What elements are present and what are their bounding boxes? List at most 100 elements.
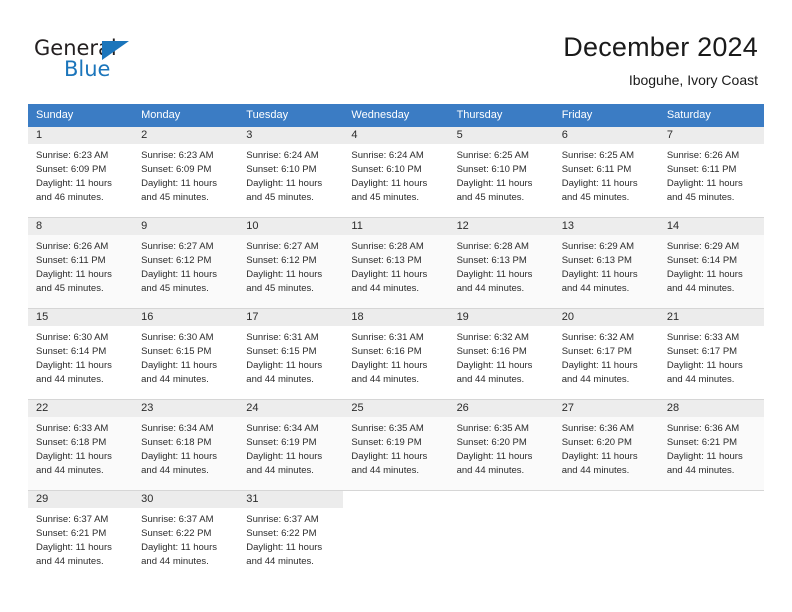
daylight-duration-line2: and 44 minutes. bbox=[456, 374, 525, 385]
sunset-time: Sunset: 6:13 PM bbox=[351, 255, 422, 266]
sunset-time: Sunset: 6:10 PM bbox=[246, 164, 317, 175]
calendar-week-row: 1 Sunrise: 6:23 AM Sunset: 6:09 PM Daylight… bbox=[28, 127, 764, 218]
day-details: Sunrise: 6:34 AM Sunset: 6:18 PM Daylight:… bbox=[133, 417, 238, 478]
sunrise-time: Sunrise: 6:26 AM bbox=[666, 150, 740, 161]
calendar-day-cell[interactable]: 8 Sunrise: 6:26 AM Sunset: 6:11 PM Daylight… bbox=[28, 217, 134, 309]
calendar-day-cell[interactable]: 12 Sunrise: 6:28 AM Sunset: 6:13 PM Dayligh… bbox=[448, 217, 554, 309]
sunrise-time: Sunrise: 6:34 AM bbox=[246, 423, 319, 434]
day-details: Sunrise: 6:32 AM Sunset: 6:16 PM Daylight:… bbox=[449, 326, 554, 387]
calendar-day-cell[interactable]: 11 Sunrise: 6:28 AM Sunset: 6:13 PM Dayligh… bbox=[343, 217, 449, 309]
sunset-time: Sunset: 6:22 PM bbox=[246, 528, 317, 539]
calendar-day-cell[interactable]: 29 Sunrise: 6:37 AM Sunset: 6:21 PM Dayligh… bbox=[28, 490, 134, 581]
calendar-day-cell[interactable]: 13 Sunrise: 6:29 AM Sunset: 6:13 PM Dayligh… bbox=[553, 217, 659, 309]
daylight-duration-line1: Daylight: 11 hours bbox=[456, 451, 533, 462]
daylight-duration-line1: Daylight: 11 hours bbox=[351, 178, 428, 189]
day-number: 7 bbox=[658, 127, 764, 144]
calendar-day-cell[interactable]: 20 Sunrise: 6:32 AM Sunset: 6:17 PM Dayligh… bbox=[553, 308, 659, 400]
daylight-duration-line1: Daylight: 11 hours bbox=[561, 178, 638, 189]
day-details: Sunrise: 6:28 AM Sunset: 6:13 PM Daylight:… bbox=[449, 235, 554, 296]
sunrise-time: Sunrise: 6:30 AM bbox=[141, 332, 214, 343]
calendar-day-cell[interactable]: 6 Sunrise: 6:25 AM Sunset: 6:11 PM Daylight… bbox=[553, 127, 659, 218]
calendar-day-cell[interactable]: 9 Sunrise: 6:27 AM Sunset: 6:12 PM Daylight… bbox=[133, 217, 239, 309]
sunrise-time: Sunrise: 6:28 AM bbox=[456, 241, 529, 252]
sunset-time: Sunset: 6:12 PM bbox=[141, 255, 212, 266]
sunset-time: Sunset: 6:10 PM bbox=[456, 164, 527, 175]
sunrise-time: Sunrise: 6:26 AM bbox=[36, 241, 109, 252]
calendar-day-cell[interactable]: 27 Sunrise: 6:36 AM Sunset: 6:20 PM Dayligh… bbox=[553, 399, 659, 491]
day-number: 6 bbox=[553, 127, 659, 144]
calendar-day-cell[interactable]: 14 Sunrise: 6:29 AM Sunset: 6:14 PM Dayligh… bbox=[658, 217, 764, 309]
day-number: 29 bbox=[28, 491, 134, 508]
calendar-day-cell[interactable]: 21 Sunrise: 6:33 AM Sunset: 6:17 PM Dayligh… bbox=[658, 308, 764, 400]
calendar-day-cell[interactable]: 30 Sunrise: 6:37 AM Sunset: 6:22 PM Dayligh… bbox=[133, 490, 239, 581]
calendar-header-row: Sunday Monday Tuesday Wednesday Thursday Frid… bbox=[28, 104, 764, 127]
daylight-duration-line1: Daylight: 11 hours bbox=[561, 451, 638, 462]
calendar-day-cell[interactable]: 15 Sunrise: 6:30 AM Sunset: 6:14 PM Dayligh… bbox=[28, 308, 134, 400]
calendar-day-cell[interactable]: 19 Sunrise: 6:32 AM Sunset: 6:16 PM Dayligh… bbox=[448, 308, 554, 400]
daylight-duration-line2: and 44 minutes. bbox=[666, 374, 735, 385]
daylight-duration-line2: and 44 minutes. bbox=[351, 283, 420, 294]
daylight-duration-line2: and 45 minutes. bbox=[141, 283, 209, 294]
day-number: 3 bbox=[238, 127, 344, 144]
daylight-duration-line1: Daylight: 11 hours bbox=[351, 360, 428, 371]
daylight-duration-line2: and 44 minutes. bbox=[561, 465, 630, 476]
sunrise-time: Sunrise: 6:24 AM bbox=[246, 150, 319, 161]
calendar-body: 1 Sunrise: 6:23 AM Sunset: 6:09 PM Daylight… bbox=[28, 127, 764, 581]
calendar-day-cell[interactable]: 22 Sunrise: 6:33 AM Sunset: 6:18 PM Dayligh… bbox=[28, 399, 134, 491]
calendar-week-row: 22 Sunrise: 6:33 AM Sunset: 6:18 PM Dayligh… bbox=[28, 399, 764, 491]
daylight-duration-line1: Daylight: 11 hours bbox=[561, 360, 638, 371]
daylight-duration-line1: Daylight: 11 hours bbox=[666, 178, 743, 189]
calendar-day-cell[interactable]: 3 Sunrise: 6:24 AM Sunset: 6:10 PM Daylight… bbox=[238, 127, 344, 218]
calendar-day-cell[interactable]: 23 Sunrise: 6:34 AM Sunset: 6:18 PM Dayligh… bbox=[133, 399, 239, 491]
calendar-day-cell[interactable]: 17 Sunrise: 6:31 AM Sunset: 6:15 PM Dayligh… bbox=[238, 308, 344, 400]
calendar-day-cell-empty bbox=[448, 490, 554, 581]
sunrise-time: Sunrise: 6:28 AM bbox=[351, 241, 424, 252]
sunrise-time: Sunrise: 6:23 AM bbox=[36, 150, 109, 161]
sunset-time: Sunset: 6:09 PM bbox=[141, 164, 212, 175]
daylight-duration-line1: Daylight: 11 hours bbox=[36, 451, 112, 462]
day-number: 25 bbox=[343, 400, 449, 417]
day-details: Sunrise: 6:27 AM Sunset: 6:12 PM Daylight:… bbox=[238, 235, 343, 296]
daylight-duration-line2: and 44 minutes. bbox=[351, 465, 420, 476]
sunset-time: Sunset: 6:12 PM bbox=[246, 255, 317, 266]
day-details: Sunrise: 6:26 AM Sunset: 6:11 PM Daylight:… bbox=[659, 144, 764, 205]
calendar-day-cell[interactable]: 1 Sunrise: 6:23 AM Sunset: 6:09 PM Daylight… bbox=[28, 127, 134, 218]
sunrise-time: Sunrise: 6:35 AM bbox=[456, 423, 529, 434]
calendar-day-cell[interactable]: 10 Sunrise: 6:27 AM Sunset: 6:12 PM Dayligh… bbox=[238, 217, 344, 309]
calendar-day-cell[interactable]: 18 Sunrise: 6:31 AM Sunset: 6:16 PM Dayligh… bbox=[343, 308, 449, 400]
sunset-time: Sunset: 6:14 PM bbox=[666, 255, 738, 266]
day-number bbox=[343, 491, 448, 508]
day-number: 20 bbox=[553, 309, 659, 326]
sunset-time: Sunset: 6:19 PM bbox=[351, 437, 422, 448]
calendar-day-cell[interactable]: 24 Sunrise: 6:34 AM Sunset: 6:19 PM Dayligh… bbox=[238, 399, 344, 491]
brand-logo[interactable]: General Blue bbox=[34, 36, 174, 88]
page-subtitle: Iboguhe, Ivory Coast bbox=[628, 72, 758, 88]
calendar-day-cell[interactable]: 26 Sunrise: 6:35 AM Sunset: 6:20 PM Dayligh… bbox=[448, 399, 554, 491]
sunset-time: Sunset: 6:21 PM bbox=[666, 437, 738, 448]
daylight-duration-line2: and 44 minutes. bbox=[36, 374, 104, 385]
calendar-day-cell[interactable]: 31 Sunrise: 6:37 AM Sunset: 6:22 PM Dayligh… bbox=[238, 490, 344, 581]
calendar-day-cell[interactable]: 28 Sunrise: 6:36 AM Sunset: 6:21 PM Dayligh… bbox=[658, 399, 764, 491]
calendar-day-cell[interactable]: 4 Sunrise: 6:24 AM Sunset: 6:10 PM Daylight… bbox=[343, 127, 449, 218]
sunrise-time: Sunrise: 6:33 AM bbox=[666, 332, 740, 343]
sunset-time: Sunset: 6:16 PM bbox=[456, 346, 527, 357]
daylight-duration-line2: and 44 minutes. bbox=[246, 465, 314, 476]
sunset-time: Sunset: 6:17 PM bbox=[666, 346, 738, 357]
calendar-day-cell[interactable]: 16 Sunrise: 6:30 AM Sunset: 6:15 PM Dayligh… bbox=[133, 308, 239, 400]
day-number bbox=[554, 491, 659, 508]
calendar-day-cell[interactable]: 2 Sunrise: 6:23 AM Sunset: 6:09 PM Daylight… bbox=[133, 127, 239, 218]
day-number: 11 bbox=[343, 218, 449, 235]
sunrise-time: Sunrise: 6:35 AM bbox=[351, 423, 424, 434]
title-block: December 2024 Iboguhe, Ivory Coast bbox=[563, 30, 758, 90]
day-number: 31 bbox=[238, 491, 344, 508]
day-number: 24 bbox=[238, 400, 344, 417]
day-number: 23 bbox=[133, 400, 239, 417]
daylight-duration-line2: and 44 minutes. bbox=[456, 465, 525, 476]
daylight-duration-line1: Daylight: 11 hours bbox=[141, 451, 218, 462]
sunset-time: Sunset: 6:22 PM bbox=[141, 528, 212, 539]
calendar-day-cell[interactable]: 25 Sunrise: 6:35 AM Sunset: 6:19 PM Dayligh… bbox=[343, 399, 449, 491]
sunset-time: Sunset: 6:20 PM bbox=[456, 437, 527, 448]
calendar-day-cell[interactable]: 7 Sunrise: 6:26 AM Sunset: 6:11 PM Daylight… bbox=[658, 127, 764, 218]
sunrise-time: Sunrise: 6:32 AM bbox=[456, 332, 529, 343]
calendar-day-cell[interactable]: 5 Sunrise: 6:25 AM Sunset: 6:10 PM Daylight… bbox=[448, 127, 554, 218]
